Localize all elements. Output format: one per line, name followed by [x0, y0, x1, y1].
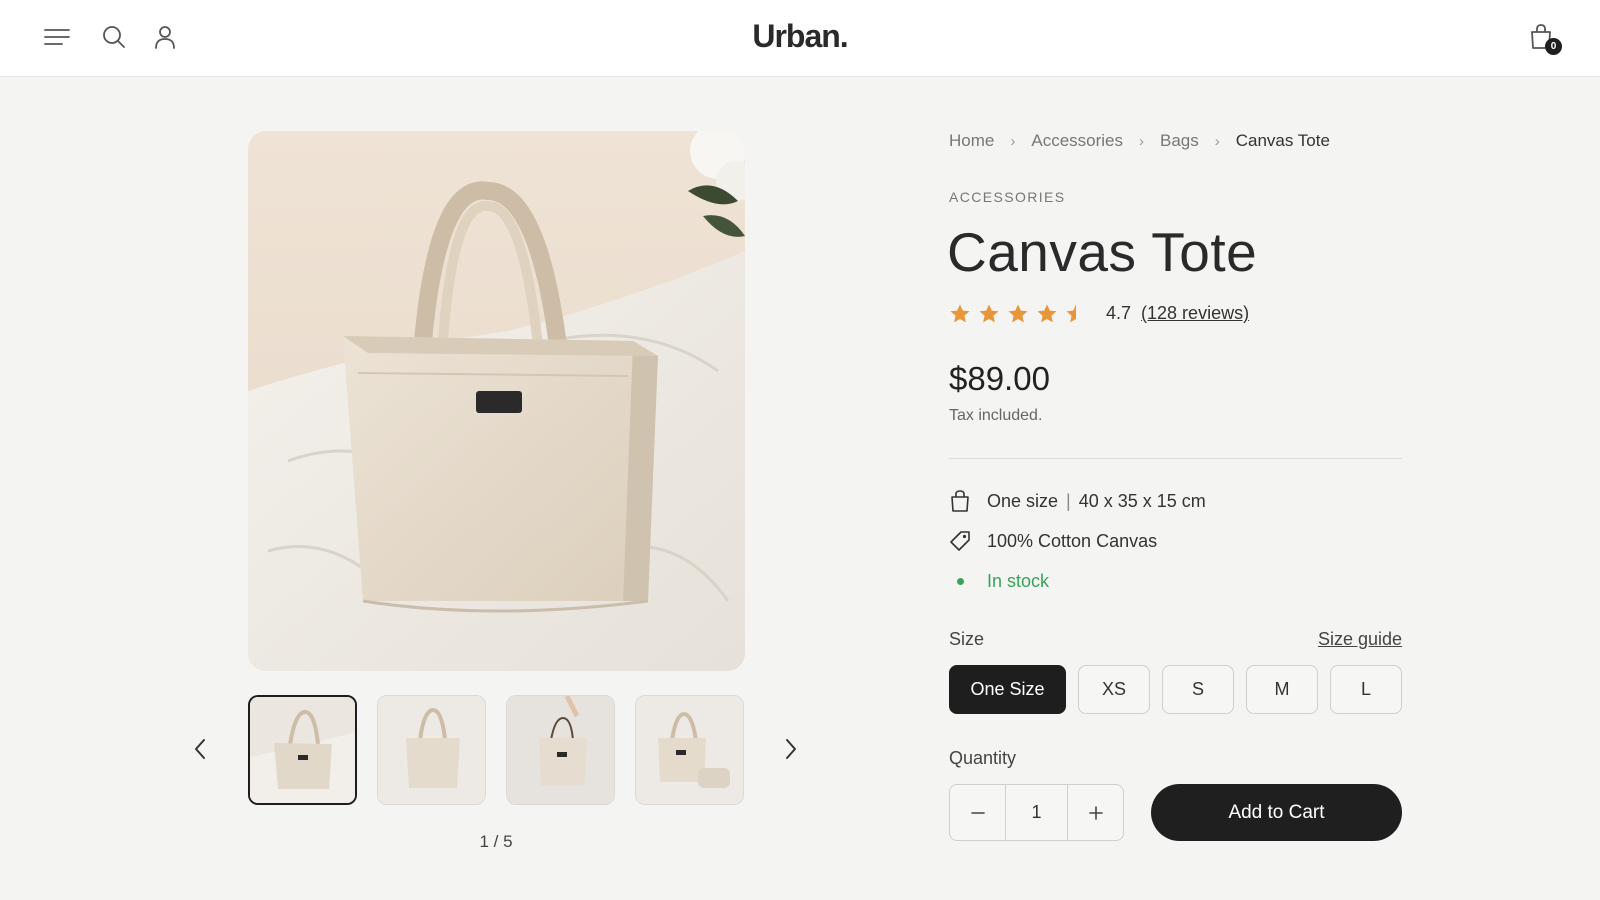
breadcrumb-separator-icon: › — [1010, 132, 1016, 150]
breadcrumb-current: Canvas Tote — [1235, 131, 1330, 150]
gallery-prev-button[interactable] — [187, 736, 213, 762]
cart-count-badge: 0 — [1545, 38, 1562, 55]
size-option-m[interactable]: M — [1246, 665, 1318, 714]
site-header: Urban. 0 — [0, 0, 1600, 77]
cart-button[interactable]: 0 — [1526, 22, 1562, 55]
product-main-image[interactable] — [248, 131, 745, 671]
feature-material-text: 100% Cotton Canvas — [987, 530, 1158, 551]
feature-separator: | — [1066, 490, 1071, 511]
chevron-right-icon — [786, 739, 796, 759]
tag-icon — [949, 530, 971, 552]
size-option-l[interactable]: L — [1330, 665, 1402, 714]
divider — [949, 458, 1402, 459]
star-icon — [950, 304, 970, 323]
gallery-next-button[interactable] — [778, 736, 804, 762]
breadcrumb-home[interactable]: Home — [949, 131, 994, 151]
quantity-input[interactable]: 1 — [1005, 785, 1068, 840]
breadcrumb-accessories[interactable]: Accessories — [1031, 131, 1123, 151]
breadcrumb-separator-icon: › — [1139, 132, 1144, 150]
product-category: ACCESSORIES — [949, 189, 1066, 205]
breadcrumb: Home › Accessories › Bags › Canvas Tote — [949, 131, 1330, 151]
chevron-left-icon — [195, 739, 205, 759]
gallery-counter: 1 / 5 — [479, 832, 513, 851]
thumbnail-3[interactable] — [506, 695, 615, 805]
quantity-decrease-button[interactable] — [950, 785, 1005, 840]
thumbnail-4[interactable] — [635, 695, 744, 805]
feature-material: 100% Cotton Canvas — [949, 530, 1157, 552]
quantity-increase-button[interactable] — [1068, 785, 1123, 840]
stock-dot-icon — [949, 570, 971, 592]
thumbnail-2[interactable] — [377, 695, 486, 805]
size-option-s[interactable]: S — [1162, 665, 1234, 714]
rating-value: 4.7 — [1106, 303, 1132, 323]
stock-status-text: In stock — [987, 570, 1050, 591]
feature-size: One size | 40 x 35 x 15 cm — [949, 490, 1206, 512]
size-option-one-size[interactable]: One Size — [949, 665, 1066, 714]
plus-icon — [1088, 805, 1103, 820]
size-guide-link[interactable]: Size guide — [1318, 629, 1402, 650]
rating-stars — [949, 303, 1087, 324]
site-logo[interactable]: Urban. — [0, 18, 1600, 55]
add-to-cart-button[interactable]: Add to Cart — [1151, 784, 1402, 841]
feature-size-text: One size — [987, 490, 1059, 511]
feature-stock: In stock — [949, 570, 1049, 592]
quantity-label: Quantity — [949, 748, 1017, 768]
product-rating: 4.7 (128 reviews) — [949, 303, 1249, 324]
product-title: Canvas Tote — [947, 221, 1258, 283]
star-icon — [1037, 304, 1057, 323]
reviews-link[interactable]: (128 reviews) — [1141, 303, 1249, 324]
quantity-stepper: 1 — [949, 784, 1124, 841]
breadcrumb-bags[interactable]: Bags — [1160, 131, 1199, 151]
breadcrumb-separator-icon: › — [1214, 132, 1220, 150]
tax-note: Tax included. — [949, 407, 1043, 424]
size-option-xs[interactable]: XS — [1078, 665, 1150, 714]
star-icon — [1066, 304, 1076, 323]
bag-icon — [949, 490, 971, 512]
feature-dimensions-text: 40 x 35 x 15 cm — [1078, 490, 1206, 511]
product-price: $89.00 — [949, 360, 1050, 397]
star-icon — [979, 304, 999, 323]
thumbnail-1[interactable] — [248, 695, 357, 805]
star-icon — [1008, 304, 1028, 323]
minus-icon — [970, 811, 985, 814]
size-label: Size — [949, 629, 985, 649]
